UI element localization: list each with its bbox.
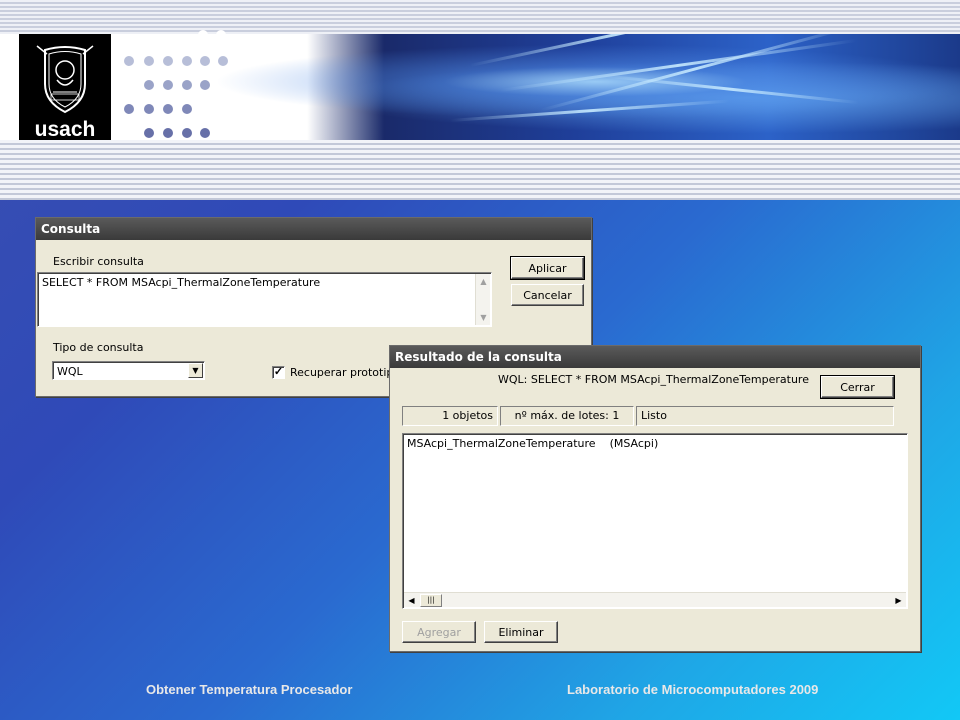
query-type-value: WQL: [57, 365, 83, 378]
resultado-window: Resultado de la consulta WQL: SELECT * F…: [389, 345, 921, 652]
scroll-left-icon[interactable]: ◀: [404, 593, 419, 608]
footer-right-text: Laboratorio de Microcomputadores 2009: [567, 682, 819, 697]
status-batches: nº máx. de lotes: 1: [500, 406, 634, 426]
apply-button[interactable]: Aplicar: [510, 256, 585, 280]
result-query-text: WQL: SELECT * FROM MSAcpi_ThermalZoneTem…: [498, 373, 809, 386]
scroll-up-icon[interactable]: ▲: [476, 274, 491, 289]
retrieve-prototype-checkbox[interactable]: ✓: [272, 366, 285, 379]
status-state: Listo: [636, 406, 894, 426]
header-stripes-top: [0, 0, 960, 34]
query-text: SELECT * FROM MSAcpi_ThermalZoneTemperat…: [42, 276, 321, 289]
logo-text: usach: [34, 118, 96, 141]
status-objects: 1 objetos: [402, 406, 498, 426]
scroll-thumb[interactable]: |||: [420, 594, 442, 607]
usach-logo: usach: [19, 34, 111, 141]
close-button[interactable]: Cerrar: [820, 375, 895, 399]
dropdown-arrow-icon[interactable]: ▼: [188, 363, 203, 378]
query-vertical-scrollbar[interactable]: ▲ ▼: [475, 274, 490, 325]
scroll-right-icon[interactable]: ▶: [891, 593, 906, 608]
query-type-select[interactable]: WQL ▼: [52, 361, 205, 380]
footer-left-text: Obtener Temperatura Procesador: [146, 682, 353, 697]
scroll-down-icon[interactable]: ▼: [476, 310, 491, 325]
cancel-button[interactable]: Cancelar: [511, 284, 584, 306]
resultado-titlebar[interactable]: Resultado de la consulta: [390, 346, 920, 368]
header-stripes-bottom: [0, 140, 960, 200]
add-button[interactable]: Agregar: [402, 621, 476, 643]
consulta-titlebar[interactable]: Consulta: [36, 218, 591, 240]
list-item[interactable]: MSAcpi_ThermalZoneTemperature (MSAcpi): [407, 437, 903, 450]
query-type-label: Tipo de consulta: [53, 341, 144, 354]
query-textarea[interactable]: SELECT * FROM MSAcpi_ThermalZoneTemperat…: [37, 272, 492, 327]
results-horizontal-scrollbar[interactable]: ◀ ||| ▶: [404, 592, 906, 607]
university-crest-icon: [36, 45, 94, 114]
decorative-dots: [122, 30, 242, 140]
delete-button[interactable]: Eliminar: [484, 621, 558, 643]
query-label: Escribir consulta: [53, 255, 144, 268]
results-list[interactable]: MSAcpi_ThermalZoneTemperature (MSAcpi) ◀…: [402, 433, 908, 609]
